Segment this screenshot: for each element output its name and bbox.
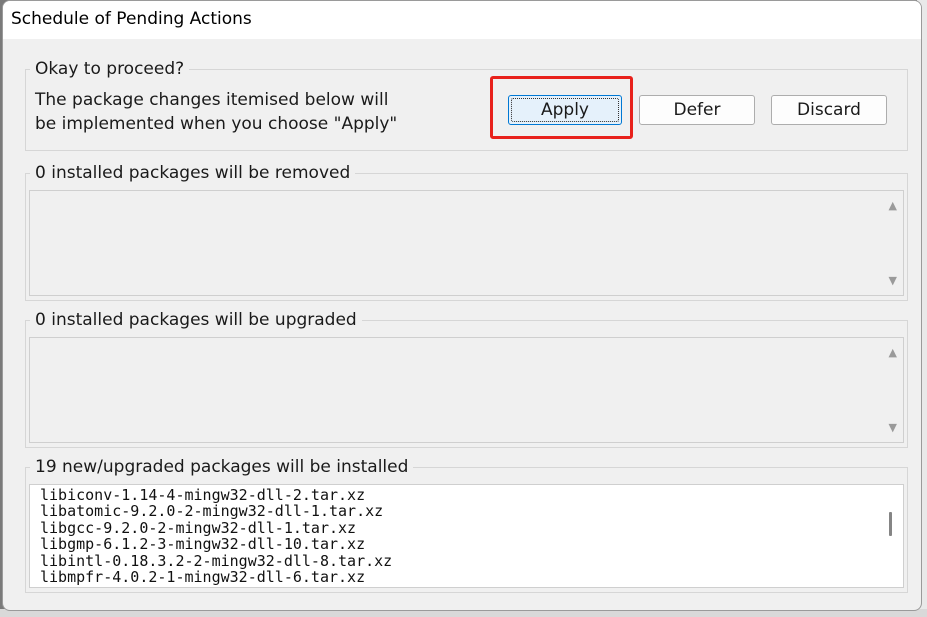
upgraded-legend: 0 installed packages will be upgraded [30,309,362,331]
package-list: libiconv-1.14-4-mingw32-dll-2.tar.xz lib… [40,487,392,586]
window-title: Schedule of Pending Actions [11,9,252,29]
pending-actions-dialog: Schedule of Pending Actions Okay to proc… [2,0,922,611]
defer-button[interactable]: Defer [639,95,755,125]
removed-legend: 0 installed packages will be removed [30,162,356,184]
scroll-down-arrow-icon[interactable]: ▼ [889,422,897,434]
list-item[interactable]: libgmp-6.1.2-3-mingw32-dll-10.tar.xz [40,536,392,553]
focus-ring [511,98,619,122]
list-item[interactable]: libgcc-9.2.0-2-mingw32-dll-1.tar.xz [40,519,392,536]
list-item[interactable]: libmpfr-4.0.2-1-mingw32-dll-6.tar.xz [40,569,392,586]
discard-button[interactable]: Discard [771,95,887,125]
installed-group: 19 new/upgraded packages will be install… [25,456,908,593]
scroll-up-arrow-icon[interactable]: ▲ [889,200,897,212]
upgraded-listbox[interactable]: ▲ ▼ [29,337,904,443]
list-item[interactable]: libiconv-1.14-4-mingw32-dll-2.tar.xz [40,487,392,504]
removed-group: 0 installed packages will be removed ▲ ▼ [25,162,908,301]
list-item[interactable]: libintl-0.18.3.2-2-mingw32-dll-8.tar.xz [40,552,392,569]
proceed-line-1: The package changes itemised below will [35,90,389,110]
proceed-group: Okay to proceed? The package changes ite… [25,58,908,151]
list-item[interactable]: libatomic-9.2.0-2-mingw32-dll-1.tar.xz [40,503,392,520]
removed-listbox[interactable]: ▲ ▼ [29,190,904,296]
installed-legend: 19 new/upgraded packages will be install… [30,456,414,478]
upgraded-group: 0 installed packages will be upgraded ▲ … [25,309,908,448]
title-bar: Schedule of Pending Actions [3,1,921,39]
scroll-down-arrow-icon[interactable]: ▼ [889,275,897,287]
proceed-line-2: be implemented when you choose "Apply" [35,114,398,134]
proceed-legend: Okay to proceed? [30,58,190,80]
scrollbar-thumb[interactable] [889,512,892,536]
apply-button[interactable]: Apply [508,95,622,125]
proceed-description: The package changes itemised below will … [35,88,397,136]
scroll-up-arrow-icon[interactable]: ▲ [889,347,897,359]
installed-listbox[interactable]: libiconv-1.14-4-mingw32-dll-2.tar.xz lib… [29,484,904,588]
